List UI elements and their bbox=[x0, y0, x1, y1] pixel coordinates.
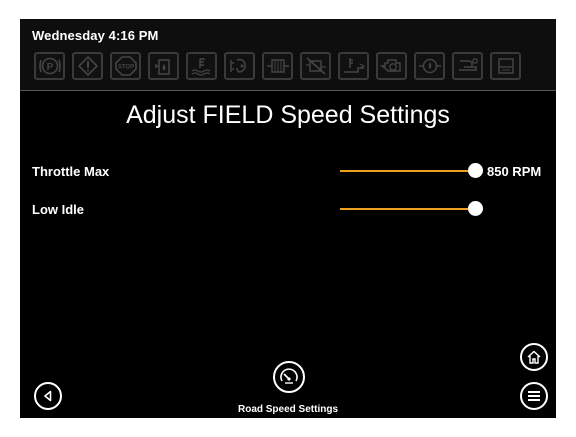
coolant-temp-icon bbox=[452, 52, 483, 80]
clock-text: Wednesday 4:16 PM bbox=[32, 28, 159, 43]
status-header: Wednesday 4:16 PM P STOP bbox=[20, 19, 556, 90]
throttle-max-label: Throttle Max bbox=[32, 164, 110, 179]
svg-text:STOP: STOP bbox=[117, 65, 133, 71]
dpf-icon bbox=[262, 52, 293, 80]
low-idle-slider-thumb[interactable] bbox=[468, 201, 483, 216]
throttle-max-slider-track[interactable] bbox=[340, 170, 475, 172]
road-speed-settings-label: Road Speed Settings bbox=[237, 404, 338, 415]
road-speed-settings-button[interactable] bbox=[273, 361, 305, 393]
engine-icon bbox=[376, 52, 407, 80]
warning-icon bbox=[72, 52, 103, 80]
oil-pressure-icon bbox=[414, 52, 445, 80]
def-level-icon bbox=[490, 52, 521, 80]
speedometer-icon bbox=[280, 368, 298, 384]
menu-icon bbox=[528, 391, 540, 401]
menu-button[interactable] bbox=[520, 382, 548, 410]
water-in-fuel-icon bbox=[148, 52, 179, 80]
exhaust-temp-icon bbox=[338, 52, 369, 80]
chevron-left-icon bbox=[44, 390, 52, 402]
regen-inhibit-icon bbox=[300, 52, 331, 80]
throttle-max-slider-thumb[interactable] bbox=[468, 163, 483, 178]
page-title: Adjust FIELD Speed Settings bbox=[126, 101, 450, 129]
home-icon bbox=[527, 350, 541, 364]
svg-text:P: P bbox=[46, 62, 53, 73]
back-button[interactable] bbox=[34, 382, 62, 410]
display-screen: Wednesday 4:16 PM P STOP Adjust FIELD Sp… bbox=[20, 19, 556, 418]
stop-icon: STOP bbox=[110, 52, 141, 80]
low-idle-label: Low Idle bbox=[32, 202, 84, 217]
home-button[interactable] bbox=[520, 343, 548, 371]
regen-icon bbox=[224, 52, 255, 80]
low-idle-slider-track[interactable] bbox=[340, 208, 475, 210]
coolant-level-icon bbox=[186, 52, 217, 80]
header-divider bbox=[20, 90, 556, 91]
throttle-max-value: 850 RPM bbox=[487, 164, 542, 179]
parking-brake-icon: P bbox=[34, 52, 65, 80]
telltale-row: P STOP bbox=[34, 52, 521, 80]
